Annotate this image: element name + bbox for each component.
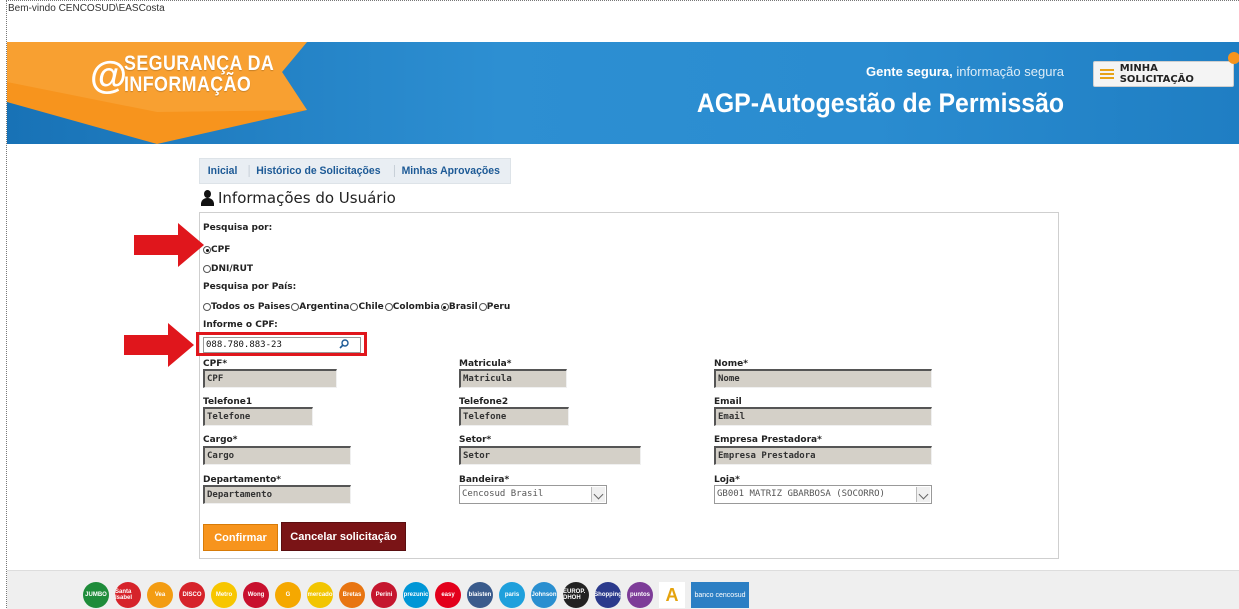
brand-logo: paris xyxy=(499,582,525,608)
country-label: Chile xyxy=(358,302,384,312)
country-label: Peru xyxy=(486,302,511,312)
radio-dni-label: DNI/RUT xyxy=(211,264,254,274)
cpf-label: CPF* xyxy=(203,359,228,369)
country-colombia[interactable]: Colombia xyxy=(384,302,440,312)
loja-label: Loja* xyxy=(714,475,740,485)
nav-tabs: Inicial Histórico de Solicitações Minhas… xyxy=(199,158,511,184)
radio-cpf-label: CPF xyxy=(211,245,231,255)
cancel-button[interactable]: Cancelar solicitação xyxy=(281,522,406,551)
brand-logo: Shopping xyxy=(595,582,621,608)
country-label: Brasil xyxy=(448,302,478,312)
chevron-down-icon[interactable] xyxy=(916,487,930,502)
tab-inicial[interactable]: Inicial xyxy=(201,165,244,177)
brand-logo: Johnson xyxy=(531,582,557,608)
country-label: Colombia xyxy=(392,302,440,312)
user-icon xyxy=(200,190,214,206)
tab-minhas-aprovacoes[interactable]: Minhas Aprovações xyxy=(393,165,507,177)
list-icon xyxy=(1100,69,1114,79)
pesquisa-por-label: Pesquisa por: xyxy=(203,223,273,233)
tagline-rest: informação segura xyxy=(956,64,1064,79)
country-label: Todos os Paises xyxy=(211,302,291,312)
chevron-down-icon[interactable] xyxy=(591,487,605,502)
telefone1-label: Telefone1 xyxy=(203,397,253,407)
bandeira-value: Cencosud Brasil xyxy=(462,489,544,499)
minha-solicitacao-label: MINHA SOLICITAÇÃO xyxy=(1119,63,1194,85)
section-title: Informações do Usuário xyxy=(200,189,396,207)
brand-logo: Vea xyxy=(147,582,173,608)
brand-logo: Metro xyxy=(211,582,237,608)
red-arrow-icon xyxy=(134,223,204,267)
email-label: Email xyxy=(714,397,742,407)
brand-logo: mercado xyxy=(307,582,333,608)
cargo-label: Cargo* xyxy=(203,435,238,445)
brand-logo: EUROP. DHOH xyxy=(563,582,589,608)
country-argentina[interactable]: Argentina xyxy=(291,302,349,312)
nome-label: Nome* xyxy=(714,359,748,369)
brand-logo: G xyxy=(275,582,301,608)
brand-logos: JUMBO Santa Isabel Vea DISCO Metro Wong Gmerca… xyxy=(83,582,749,608)
minha-solicitacao-button[interactable]: MINHA SOLICITAÇÃO xyxy=(1093,61,1234,87)
informe-cpf-label: Informe o CPF: xyxy=(203,320,278,330)
confirm-button[interactable]: Confirmar xyxy=(203,524,278,551)
matricula-field[interactable]: Matricula xyxy=(459,369,567,388)
brand-logo: Wong xyxy=(243,582,269,608)
brand-logo: JUMBO xyxy=(83,582,109,608)
empresa-label: Empresa Prestadora* xyxy=(714,435,822,445)
pesquisa-pais-label: Pesquisa por País: xyxy=(203,282,297,292)
bandeira-label: Bandeira* xyxy=(459,475,510,485)
departamento-field[interactable]: Departamento xyxy=(203,485,351,504)
brand-logo: easy xyxy=(435,582,461,608)
welcome-text: Bem-vindo CENCOSUD\EASCosta xyxy=(8,3,165,14)
logo-line1: SEGURANÇA DA xyxy=(124,52,275,75)
brand-logo: Perini xyxy=(371,582,397,608)
bandeira-select[interactable]: Cencosud Brasil xyxy=(459,485,607,504)
matricula-label: Matricula* xyxy=(459,359,512,369)
empresa-field[interactable]: Empresa Prestadora xyxy=(714,446,932,465)
tagline: Gente segura, informação segura xyxy=(866,64,1064,79)
tab-historico[interactable]: Histórico de Solicitações xyxy=(248,165,388,177)
notification-dot xyxy=(1228,52,1239,64)
country-chile[interactable]: Chile xyxy=(350,302,384,312)
cargo-field[interactable]: Cargo xyxy=(203,446,351,465)
country-peru[interactable]: Peru xyxy=(478,302,511,312)
brand-logo: prezunic xyxy=(403,582,429,608)
telefone1-field[interactable]: Telefone xyxy=(203,407,313,426)
country-label: Argentina xyxy=(299,302,350,312)
setor-field[interactable]: Setor xyxy=(459,446,641,465)
brand-logo: blaisten xyxy=(467,582,493,608)
tagline-bold: Gente segura, xyxy=(866,64,953,79)
loja-value: GB001 MATRIZ GBARBOSA (SOCORRO) xyxy=(717,489,885,499)
highlight-box xyxy=(196,332,367,356)
bank-logo: banco cencosud xyxy=(691,582,749,608)
radio-cpf[interactable]: CPF xyxy=(203,245,230,255)
brand-logo: DISCO xyxy=(179,582,205,608)
logo-line2: INFORMAÇÃO xyxy=(124,73,252,96)
country-brasil[interactable]: Brasil xyxy=(440,302,478,312)
cpf-field[interactable]: CPF xyxy=(203,369,337,388)
logo-text: SEGURANÇA DA INFORMAÇÃO xyxy=(124,53,274,95)
nome-field[interactable]: Nome xyxy=(714,369,932,388)
setor-label: Setor* xyxy=(459,435,492,445)
departamento-label: Departamento* xyxy=(203,475,281,485)
loja-select[interactable]: GB001 MATRIZ GBARBOSA (SOCORRO) xyxy=(714,485,932,504)
logo-at-icon: @ xyxy=(90,55,128,97)
country-radio-group: Todos os Paises Argentina Chile Colombia… xyxy=(203,302,511,312)
telefone2-label: Telefone2 xyxy=(459,397,509,407)
section-title-text: Informações do Usuário xyxy=(218,189,396,207)
country-todos[interactable]: Todos os Paises xyxy=(203,302,290,312)
brand-logo: Santa Isabel xyxy=(115,582,141,608)
brand-logo: Bretas xyxy=(339,582,365,608)
email-field[interactable]: Email xyxy=(714,407,932,426)
radio-dni[interactable]: DNI/RUT xyxy=(203,264,253,274)
telefone2-field[interactable]: Telefone xyxy=(459,407,569,426)
app-title: AGP-Autogestão de Permissão xyxy=(696,88,1064,118)
red-arrow-icon xyxy=(124,323,194,367)
brand-logo: A xyxy=(659,582,685,608)
brand-logo: puntos xyxy=(627,582,653,608)
